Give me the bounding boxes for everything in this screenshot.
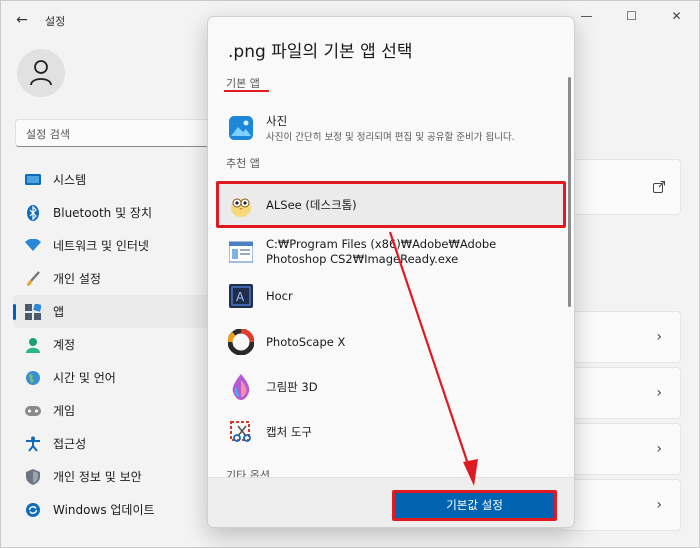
back-arrow-icon[interactable]: ←: [11, 9, 33, 31]
globe-icon: [25, 370, 41, 386]
recommended-section-label: 추천 앱: [226, 157, 260, 170]
bluetooth-icon: [25, 204, 41, 221]
sidebar-item-network[interactable]: 네트워크 및 인터넷: [13, 229, 209, 262]
content-card[interactable]: ›: [561, 479, 681, 531]
brush-icon: [25, 270, 41, 287]
app-option-imageready[interactable]: C:₩Program Files (x86)₩Adobe₩Adobe Photo…: [218, 231, 564, 273]
app-name: 캡처 도구: [266, 424, 312, 439]
sidebar-item-windows-update[interactable]: Windows 업데이트: [13, 493, 209, 526]
sidebar-item-label: 계정: [53, 338, 76, 352]
update-icon: [25, 502, 41, 518]
wifi-icon: [25, 238, 41, 254]
alsee-icon: [228, 192, 254, 218]
app-name: ALSee (데스크톱): [266, 197, 357, 212]
sidebar-item-system[interactable]: 시스템: [13, 163, 209, 196]
imageready-icon: [228, 239, 254, 265]
sidebar-item-bluetooth[interactable]: Bluetooth 및 장치: [13, 196, 209, 229]
sidebar-item-label: 네트워크 및 인터넷: [53, 239, 149, 253]
shield-icon: [25, 468, 41, 485]
app-description: 사진이 간단히 보정 및 정리되며 편집 및 공유할 준비가 됩니다.: [266, 131, 515, 143]
default-app-dialog: .png 파일의 기본 앱 선택 기본 앱 사진 사진이 간단히 보정 및 정리…: [207, 16, 575, 528]
chevron-right-icon: ›: [656, 329, 662, 345]
app-title: 설정: [45, 15, 66, 28]
sidebar-item-label: 시스템: [53, 173, 87, 187]
sidebar-nav: 시스템 Bluetooth 및 장치 네트워크 및 인터넷 개인 설정 앱 계정…: [13, 163, 209, 526]
app-option-photoscape[interactable]: PhotoScape X: [218, 325, 564, 359]
sidebar-item-accessibility[interactable]: 접근성: [13, 427, 209, 460]
app-option-paint3d[interactable]: 그림판 3D: [218, 370, 564, 404]
account-icon: [25, 337, 41, 353]
app-name: C:₩Program Files (x86)₩Adobe₩Adobe Photo…: [266, 237, 497, 266]
hocr-icon: A: [228, 283, 254, 309]
sidebar-item-label: Windows 업데이트: [53, 503, 155, 517]
default-app-section-label: 기본 앱: [226, 77, 260, 90]
sidebar-item-personalization[interactable]: 개인 설정: [13, 262, 209, 295]
scrollbar[interactable]: [568, 77, 571, 307]
sidebar-item-apps[interactable]: 앱: [13, 295, 209, 328]
monitor-icon: [25, 172, 41, 188]
sidebar-item-label: 앱: [53, 305, 65, 319]
app-name: 사진: [266, 113, 288, 128]
search-input[interactable]: 설정 검색: [15, 119, 215, 147]
close-button[interactable]: ✕: [654, 1, 699, 31]
user-icon: [30, 60, 52, 86]
paint3d-icon: [228, 374, 254, 400]
sidebar-item-label: 게임: [53, 404, 76, 418]
sidebar-item-privacy[interactable]: 개인 정보 및 보안: [13, 460, 209, 493]
dialog-title: .png 파일의 기본 앱 선택: [228, 42, 413, 62]
chevron-right-icon: ›: [656, 441, 662, 457]
sidebar-item-time-language[interactable]: 시간 및 언어: [13, 361, 209, 394]
content-card[interactable]: ›: [561, 311, 681, 363]
app-option-alsee[interactable]: ALSee (데스크톱): [218, 185, 564, 225]
sidebar-item-label: Bluetooth 및 장치: [53, 206, 153, 220]
app-name: Hocr: [266, 288, 293, 303]
sidebar-item-accounts[interactable]: 계정: [13, 328, 209, 361]
app-option-snipping-tool[interactable]: 캡처 도구: [218, 415, 564, 449]
maximize-button[interactable]: ☐: [609, 1, 654, 31]
svg-text:A: A: [236, 290, 245, 304]
sidebar-item-label: 시간 및 언어: [53, 371, 116, 385]
highlight-underline: [224, 90, 269, 92]
sidebar-item-gaming[interactable]: 게임: [13, 394, 209, 427]
sidebar-item-label: 개인 설정: [53, 272, 101, 286]
content-card[interactable]: ›: [561, 423, 681, 475]
app-option-hocr[interactable]: A Hocr: [218, 279, 564, 313]
accessibility-icon: [25, 436, 41, 452]
window-controls: — ☐ ✕: [564, 1, 699, 31]
set-default-button[interactable]: 기본값 설정: [392, 490, 557, 521]
photoscape-icon: [228, 329, 254, 355]
sidebar-item-label: 개인 정보 및 보안: [53, 470, 142, 484]
chevron-right-icon: ›: [656, 497, 662, 513]
snipping-tool-icon: [228, 419, 254, 445]
avatar[interactable]: [17, 49, 65, 97]
app-name: PhotoScape X: [266, 334, 346, 349]
sidebar-item-label: 접근성: [53, 437, 87, 451]
chevron-right-icon: ›: [656, 385, 662, 401]
open-external-icon[interactable]: [653, 181, 665, 193]
app-option-photos[interactable]: 사진 사진이 간단히 보정 및 정리되며 편집 및 공유할 준비가 됩니다.: [218, 107, 564, 149]
apps-icon: [25, 303, 41, 320]
photos-icon: [228, 115, 254, 141]
gamepad-icon: [25, 403, 41, 419]
app-name: 그림판 3D: [266, 379, 318, 394]
content-card[interactable]: ›: [561, 367, 681, 419]
